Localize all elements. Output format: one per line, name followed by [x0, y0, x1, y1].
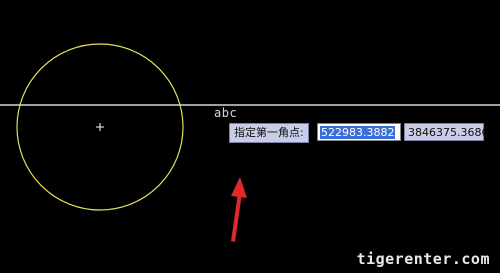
red-arrow-icon — [231, 177, 247, 242]
cursor-tooltip-label: abc — [214, 106, 238, 120]
x-coordinate-input[interactable]: 522983.3882 — [317, 123, 401, 141]
x-coordinate-value: 522983.3882 — [320, 126, 396, 139]
watermark-text: tigerenter.com — [356, 250, 490, 268]
circle-center-mark-icon — [96, 123, 104, 131]
cad-drawing-area[interactable]: abc 指定第一角点: 522983.3882 3846375.3686 tig… — [0, 0, 500, 273]
y-coordinate-input[interactable]: 3846375.3686 — [404, 123, 488, 141]
dynamic-input-prompt: 指定第一角点: — [229, 123, 309, 143]
